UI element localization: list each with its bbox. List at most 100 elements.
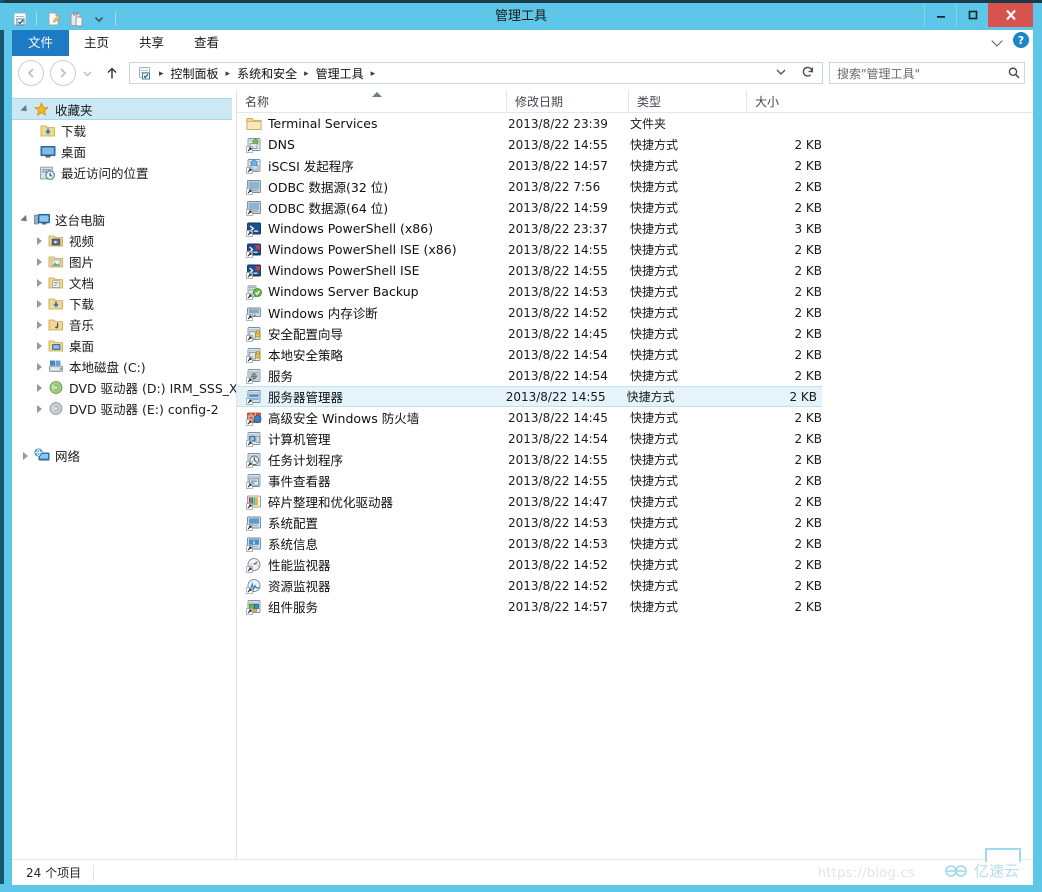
column-header-type[interactable]: 类型 — [629, 90, 747, 112]
expand-twisty-icon[interactable] — [32, 276, 46, 290]
breadcrumb-item-system-security[interactable]: 系统和安全 — [234, 65, 300, 82]
tab-file[interactable]: 文件 — [12, 30, 70, 56]
nav-item-downloads-fav[interactable]: 下载 — [12, 120, 236, 141]
window-controls[interactable] — [924, 3, 1033, 27]
breadcrumb[interactable]: ▸ 控制面板 ▸ 系统和安全 ▸ 管理工具 ▸ — [129, 62, 823, 84]
search-input[interactable]: 搜索"管理工具" — [830, 65, 1004, 82]
expand-twisty-icon[interactable] — [18, 449, 32, 463]
quick-access-toolbar[interactable] — [10, 9, 119, 29]
maximize-button[interactable] — [956, 3, 988, 27]
expand-twisty-icon[interactable] — [32, 360, 46, 374]
nav-item-desktop-fav[interactable]: 桌面 — [12, 141, 236, 162]
back-button[interactable] — [18, 60, 44, 86]
column-header-name[interactable]: 名称 — [237, 90, 507, 112]
table-row[interactable]: Terminal Services 2013/8/22 23:39 文件夹 — [237, 113, 1033, 134]
file-type-cell: 快捷方式 — [630, 285, 679, 299]
file-size-cell: 2 KB — [794, 536, 822, 551]
title-bar[interactable]: 管理工具 — [0, 3, 1042, 30]
table-row[interactable]: 碎片整理和优化驱动器 2013/8/22 14:47 快捷方式 2 KB — [237, 491, 1033, 512]
nav-item-music[interactable]: 音乐 — [12, 314, 236, 335]
table-row[interactable]: 安全配置向导 2013/8/22 14:45 快捷方式 2 KB — [237, 323, 1033, 344]
file-type-cell: 快捷方式 — [630, 306, 679, 320]
table-row[interactable]: Windows PowerShell (x86) 2013/8/22 23:37 快… — [237, 218, 1033, 239]
nav-item-videos[interactable]: 视频 — [12, 230, 236, 251]
table-row[interactable]: Windows Server Backup 2013/8/22 14:53 快捷方式… — [237, 281, 1033, 302]
table-row[interactable]: 组件服务 2013/8/22 14:57 快捷方式 2 KB — [237, 596, 1033, 617]
table-row[interactable]: 服务 2013/8/22 14:54 快捷方式 2 KB — [237, 365, 1033, 386]
tab-home[interactable]: 主页 — [69, 30, 124, 56]
table-row[interactable]: 性能监视器 2013/8/22 14:52 快捷方式 2 KB — [237, 554, 1033, 575]
column-header-size[interactable]: 大小 — [747, 90, 827, 112]
nav-item-recent-places[interactable]: 最近访问的位置 — [12, 162, 236, 183]
expand-ribbon-icon[interactable] — [991, 34, 1004, 47]
breadcrumb-item-admin-tools[interactable]: 管理工具 — [313, 65, 367, 82]
table-row[interactable]: 系统信息 2013/8/22 14:53 快捷方式 2 KB — [237, 533, 1033, 554]
close-button[interactable] — [988, 3, 1033, 27]
recent-locations-button[interactable] — [78, 61, 96, 85]
table-row[interactable]: DNS 2013/8/22 14:55 快捷方式 2 KB — [237, 134, 1033, 155]
expand-twisty-icon[interactable] — [32, 234, 46, 248]
table-row[interactable]: iSCSI 发起程序 2013/8/22 14:57 快捷方式 2 KB — [237, 155, 1033, 176]
table-row[interactable]: 服务器管理器 2013/8/22 14:55 快捷方式 2 KB — [237, 386, 822, 407]
table-row[interactable]: ODBC 数据源(64 位) 2013/8/22 14:59 快捷方式 2 KB — [237, 197, 1033, 218]
table-row[interactable]: 系统配置 2013/8/22 14:53 快捷方式 2 KB — [237, 512, 1033, 533]
watermark-brand: 亿速云 — [973, 862, 1019, 880]
table-row[interactable]: Windows PowerShell ISE (x86) 2013/8/22 14… — [237, 239, 1033, 260]
minimize-button[interactable] — [924, 3, 956, 27]
breadcrumb-separator-0[interactable]: ▸ — [155, 68, 168, 79]
search-box[interactable]: 搜索"管理工具" — [829, 62, 1025, 84]
expand-twisty-icon[interactable] — [18, 102, 32, 116]
nav-item-network[interactable]: 网络 — [12, 445, 236, 466]
expand-twisty-icon[interactable] — [32, 255, 46, 269]
up-button[interactable] — [101, 61, 123, 85]
forward-button[interactable] — [50, 60, 76, 86]
expand-twisty-icon[interactable] — [32, 318, 46, 332]
nav-item-downloads[interactable]: 下载 — [12, 293, 236, 314]
expand-twisty-icon[interactable] — [32, 381, 46, 395]
table-row[interactable]: ODBC 数据源(32 位) 2013/8/22 7:56 快捷方式 2 KB — [237, 176, 1033, 197]
tab-view[interactable]: 查看 — [179, 30, 234, 56]
nav-item-pictures[interactable]: 图片 — [12, 251, 236, 272]
expand-twisty-icon[interactable] — [32, 297, 46, 311]
table-row[interactable]: 资源监视器 2013/8/22 14:52 快捷方式 2 KB — [237, 575, 1033, 596]
expand-twisty-icon[interactable] — [32, 402, 46, 416]
file-type-cell: 快捷方式 — [630, 180, 679, 194]
table-row[interactable]: 任务计划程序 2013/8/22 14:55 快捷方式 2 KB — [237, 449, 1033, 470]
table-row[interactable]: 事件查看器 2013/8/22 14:55 快捷方式 2 KB — [237, 470, 1033, 491]
customize-dropdown-icon[interactable] — [89, 9, 109, 29]
navigation-pane[interactable]: 收藏夹 下载 桌面 最近访问的位置 这台电脑 视频 图片 文档 下载 音乐 桌面… — [12, 90, 237, 859]
file-name-cell: 服务 — [237, 366, 507, 385]
file-date-cell: 2013/8/22 23:39 — [508, 116, 608, 131]
table-row[interactable]: 本地安全策略 2013/8/22 14:54 快捷方式 2 KB — [237, 344, 1033, 365]
resize-grip[interactable] — [985, 848, 1021, 862]
breadcrumb-separator-3[interactable]: ▸ — [367, 68, 380, 79]
nav-item-this-pc[interactable]: 这台电脑 — [12, 209, 236, 230]
search-icon[interactable] — [1004, 66, 1024, 80]
nav-item-local-disk-c[interactable]: 本地磁盘 (C:) — [12, 356, 236, 377]
expand-twisty-icon[interactable] — [18, 213, 32, 227]
properties-icon[interactable] — [10, 9, 30, 29]
table-row[interactable]: 计算机管理 2013/8/22 14:54 快捷方式 2 KB — [237, 428, 1033, 449]
help-icon[interactable]: ? — [1013, 32, 1029, 48]
nav-item-documents[interactable]: 文档 — [12, 272, 236, 293]
nav-item-favorites[interactable]: 收藏夹 — [12, 98, 232, 120]
component-services-shortcut-icon — [245, 599, 262, 615]
address-history-icon[interactable] — [768, 66, 794, 81]
watermark-url: https://blog.cs — [817, 866, 915, 881]
column-header-date[interactable]: 修改日期 — [507, 90, 629, 112]
breadcrumb-separator-1[interactable]: ▸ — [222, 68, 235, 79]
new-folder-icon[interactable] — [43, 9, 63, 29]
table-row[interactable]: Windows PowerShell ISE 2013/8/22 14:55 快捷方… — [237, 260, 1033, 281]
watermark-logo: 亿速云 — [944, 860, 1019, 881]
nav-item-desktop[interactable]: 桌面 — [12, 335, 236, 356]
breadcrumb-separator-2[interactable]: ▸ — [300, 68, 313, 79]
table-row[interactable]: Windows 内存诊断 2013/8/22 14:52 快捷方式 2 KB — [237, 302, 1033, 323]
nav-item-dvd-drive-d[interactable]: DVD 驱动器 (D:) IRM_SSS_X64F — [12, 377, 236, 398]
expand-twisty-icon[interactable] — [32, 339, 46, 353]
tab-share[interactable]: 共享 — [124, 30, 179, 56]
breadcrumb-item-control-panel[interactable]: 控制面板 — [168, 65, 222, 82]
paste-icon[interactable] — [66, 9, 86, 29]
table-row[interactable]: 高级安全 Windows 防火墙 2013/8/22 14:45 快捷方式 2 KB — [237, 407, 1033, 428]
nav-item-dvd-drive-e[interactable]: DVD 驱动器 (E:) config-2 — [12, 398, 236, 419]
refresh-icon[interactable] — [794, 65, 822, 82]
